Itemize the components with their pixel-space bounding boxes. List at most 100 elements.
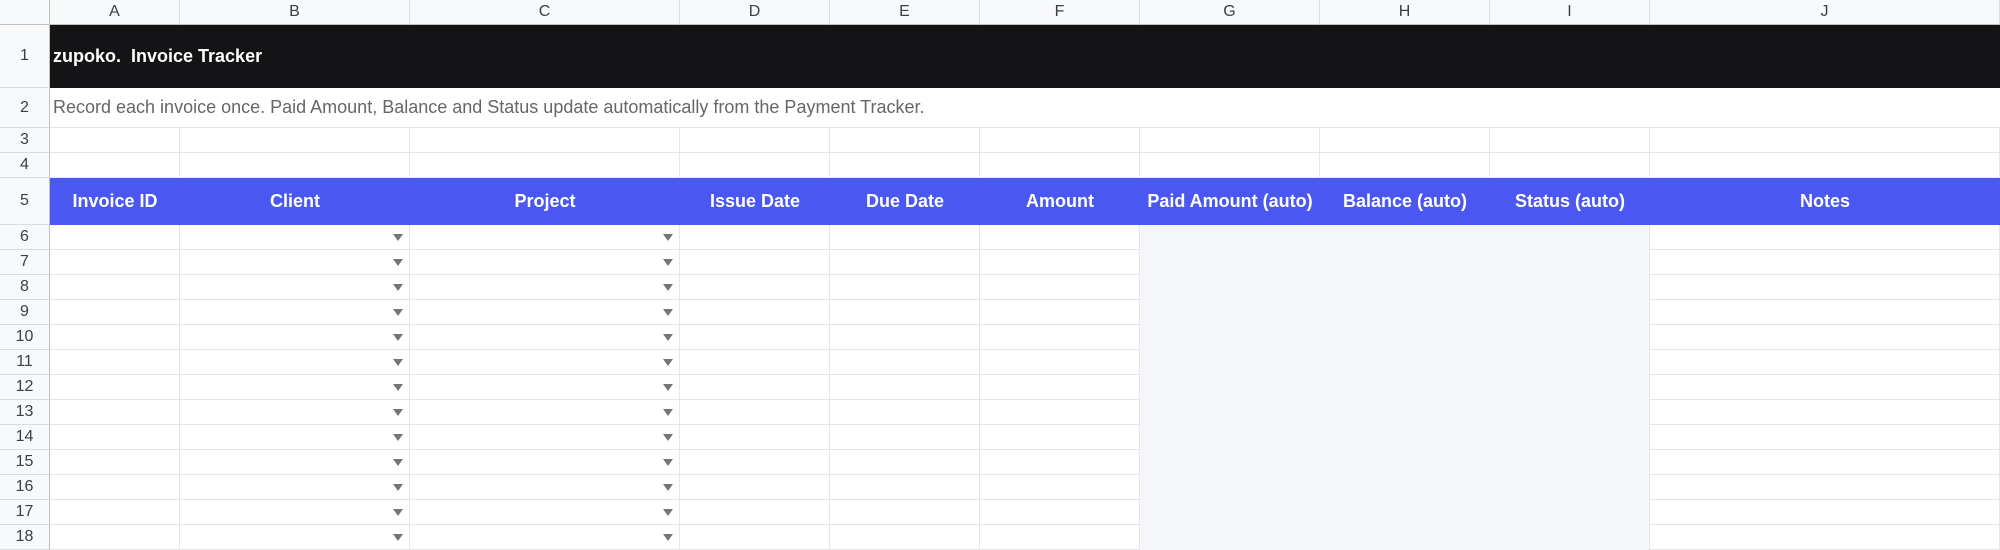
cell-i15[interactable] [1490,450,1650,475]
cell-c11[interactable] [410,350,680,375]
cell-g15[interactable] [1140,450,1320,475]
cell-f10[interactable] [980,325,1140,350]
cell-e14[interactable] [830,425,980,450]
cell-c17[interactable] [410,500,680,525]
cell-f15[interactable] [980,450,1140,475]
cell-c15[interactable] [410,450,680,475]
cell-b3[interactable] [180,128,410,153]
cell-j10[interactable] [1650,325,2000,350]
cell-j13[interactable] [1650,400,2000,425]
row-header-12[interactable]: 12 [0,375,50,400]
cell-j9[interactable] [1650,300,2000,325]
cell-f9[interactable] [980,300,1140,325]
cell-i16[interactable] [1490,475,1650,500]
cell-a12[interactable] [50,375,180,400]
cell-f17[interactable] [980,500,1140,525]
triangle-down-icon[interactable] [393,259,403,266]
triangle-down-icon[interactable] [663,334,673,341]
cell-j7[interactable] [1650,250,2000,275]
cell-e8[interactable] [830,275,980,300]
header-invoice-id[interactable]: Invoice ID [50,178,180,225]
triangle-down-icon[interactable] [393,309,403,316]
cell-b11[interactable] [180,350,410,375]
triangle-down-icon[interactable] [663,259,673,266]
triangle-down-icon[interactable] [663,484,673,491]
cell-g4[interactable] [1140,153,1320,178]
cell-e3[interactable] [830,128,980,153]
cell-h14[interactable] [1320,425,1490,450]
cell-e11[interactable] [830,350,980,375]
cell-i3[interactable] [1490,128,1650,153]
cell-i10[interactable] [1490,325,1650,350]
cell-g13[interactable] [1140,400,1320,425]
cell-f8[interactable] [980,275,1140,300]
select-all-corner[interactable] [0,0,50,25]
triangle-down-icon[interactable] [393,459,403,466]
cell-d6[interactable] [680,225,830,250]
triangle-down-icon[interactable] [663,434,673,441]
cell-e7[interactable] [830,250,980,275]
cell-h3[interactable] [1320,128,1490,153]
cell-e13[interactable] [830,400,980,425]
cell-e10[interactable] [830,325,980,350]
header-project[interactable]: Project [410,178,680,225]
triangle-down-icon[interactable] [663,534,673,541]
triangle-down-icon[interactable] [393,234,403,241]
cell-e16[interactable] [830,475,980,500]
header-amount[interactable]: Amount [980,178,1140,225]
cell-g11[interactable] [1140,350,1320,375]
column-header-g[interactable]: G [1140,0,1320,25]
cell-a7[interactable] [50,250,180,275]
cell-g3[interactable] [1140,128,1320,153]
cell-f4[interactable] [980,153,1140,178]
cell-c6[interactable] [410,225,680,250]
cell-a14[interactable] [50,425,180,450]
cell-e17[interactable] [830,500,980,525]
cell-d11[interactable] [680,350,830,375]
cell-j15[interactable] [1650,450,2000,475]
cell-j16[interactable] [1650,475,2000,500]
cell-d17[interactable] [680,500,830,525]
cell-i7[interactable] [1490,250,1650,275]
cell-c9[interactable] [410,300,680,325]
row-header-13[interactable]: 13 [0,400,50,425]
cell-a9[interactable] [50,300,180,325]
cell-e4[interactable] [830,153,980,178]
cell-g6[interactable] [1140,225,1320,250]
triangle-down-icon[interactable] [393,284,403,291]
cell-h11[interactable] [1320,350,1490,375]
triangle-down-icon[interactable] [393,484,403,491]
cell-j3[interactable] [1650,128,2000,153]
cell-g16[interactable] [1140,475,1320,500]
cell-c18[interactable] [410,525,680,550]
cell-i11[interactable] [1490,350,1650,375]
cell-c7[interactable] [410,250,680,275]
column-header-e[interactable]: E [830,0,980,25]
cell-j8[interactable] [1650,275,2000,300]
cell-d13[interactable] [680,400,830,425]
cell-i14[interactable] [1490,425,1650,450]
cell-a10[interactable] [50,325,180,350]
cell-a13[interactable] [50,400,180,425]
cell-g7[interactable] [1140,250,1320,275]
cell-h4[interactable] [1320,153,1490,178]
triangle-down-icon[interactable] [393,434,403,441]
header-issue-date[interactable]: Issue Date [680,178,830,225]
header-client[interactable]: Client [180,178,410,225]
cell-h8[interactable] [1320,275,1490,300]
column-header-f[interactable]: F [980,0,1140,25]
cell-h6[interactable] [1320,225,1490,250]
cell-d8[interactable] [680,275,830,300]
cell-d14[interactable] [680,425,830,450]
triangle-down-icon[interactable] [663,234,673,241]
cell-g12[interactable] [1140,375,1320,400]
cell-d10[interactable] [680,325,830,350]
triangle-down-icon[interactable] [393,534,403,541]
cell-f13[interactable] [980,400,1140,425]
column-header-a[interactable]: A [50,0,180,25]
cell-i12[interactable] [1490,375,1650,400]
sheet-instructions[interactable]: Record each invoice once. Paid Amount, B… [50,88,2000,128]
triangle-down-icon[interactable] [663,359,673,366]
cell-h17[interactable] [1320,500,1490,525]
row-header-8[interactable]: 8 [0,275,50,300]
